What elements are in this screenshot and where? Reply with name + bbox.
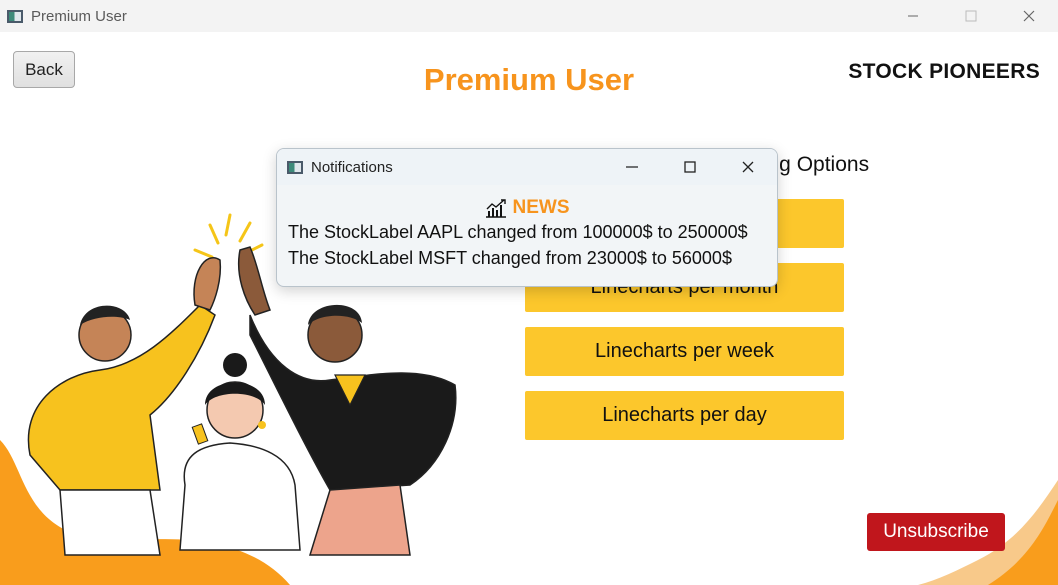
close-icon	[1023, 10, 1035, 22]
close-icon	[742, 161, 754, 173]
dialog-body: NEWS The StockLabel AAPL changed from 10…	[277, 185, 777, 271]
maximize-button[interactable]	[942, 0, 1000, 32]
close-button[interactable]	[1000, 0, 1058, 32]
news-line-2: The StockLabel MSFT changed from 23000$ …	[288, 248, 732, 268]
minimize-icon	[908, 15, 918, 17]
minimize-icon	[626, 166, 638, 168]
notifications-dialog: Notifications NEWS The StockLabel AAPL c…	[276, 148, 778, 287]
chart-icon	[485, 199, 506, 218]
dialog-minimize-button[interactable]	[603, 149, 661, 185]
news-header: NEWS	[277, 197, 777, 219]
news-line-1: The StockLabel AAPL changed from 100000$…	[288, 222, 748, 242]
dialog-maximize-button[interactable]	[661, 149, 719, 185]
linecharts-per-week-button[interactable]: Linecharts per week	[525, 327, 844, 376]
app-window-icon	[287, 160, 303, 174]
maximize-icon	[965, 10, 977, 22]
maximize-icon	[684, 161, 696, 173]
dialog-title: Notifications	[311, 158, 393, 176]
brand-logo: STOCK PIONEERS	[848, 60, 1040, 83]
dialog-close-button[interactable]	[719, 149, 777, 185]
news-label: NEWS	[512, 197, 570, 218]
linecharts-per-day-button[interactable]: Linecharts per day	[525, 391, 844, 440]
minimize-button[interactable]	[884, 0, 942, 32]
window-title: Premium User	[31, 7, 127, 25]
dialog-titlebar: Notifications	[277, 149, 777, 185]
unsubscribe-button[interactable]: Unsubscribe	[867, 513, 1005, 551]
window-titlebar: Premium User	[0, 0, 1058, 32]
app-window-icon	[7, 9, 23, 23]
